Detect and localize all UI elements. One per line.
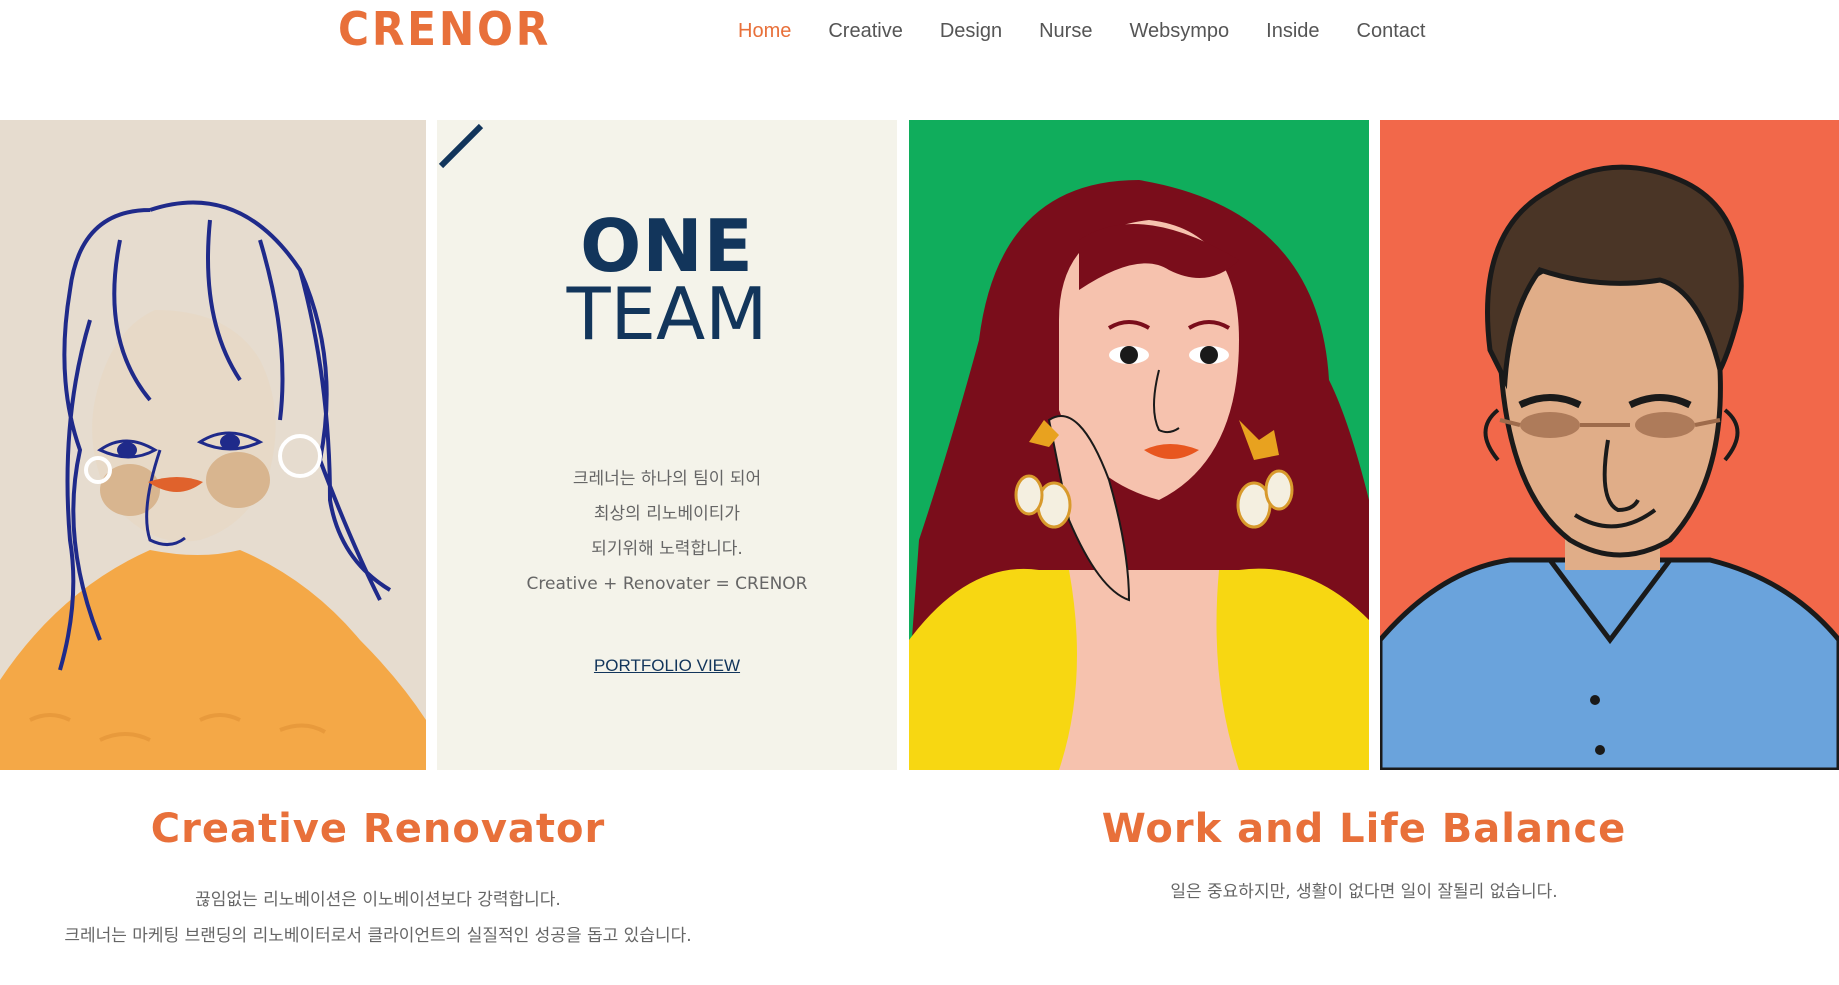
portrait-panel-glasses-man (1380, 120, 1839, 770)
section-title-work-life-balance: Work and Life Balance (1101, 806, 1627, 852)
nav-creative[interactable]: Creative (828, 20, 902, 48)
section-title-creative-renovator: Creative Renovator (150, 806, 606, 852)
hero-title-one: ONE (580, 204, 754, 288)
section-text-creative-renovator: 끊임없는 리노베이션은 이노베이션보다 강력합니다. 크레너는 마케팅 브랜딩의… (0, 882, 756, 954)
one-team-panel: ONE TEAM 크레너는 하나의 팀이 되어 최상의 리노베이티가 되기위해 … (437, 120, 897, 770)
section-text-work-life-balance: 일은 중요하지만, 생활이 없다면 일이 잘될리 없습니다. (1030, 874, 1698, 910)
brand-logo[interactable]: CRENOR (338, 2, 551, 56)
section-text-line: 일은 중요하지만, 생활이 없다면 일이 잘될리 없습니다. (1170, 882, 1558, 902)
glasses-man-illustration (1380, 164, 1839, 770)
hero-description-line: 되기위해 노력합니다. (591, 539, 743, 559)
hero-description: 크레너는 하나의 팀이 되어 최상의 리노베이티가 되기위해 노력합니다. Cr… (437, 462, 897, 602)
nav-contact[interactable]: Contact (1357, 20, 1426, 48)
section-text-line: 크레너는 마케팅 브랜딩의 리노베이터로서 클라이언트의 실질적인 성공을 돕고… (64, 926, 692, 946)
hero-title-team: TEAM (566, 272, 768, 356)
portrait-panel-line-woman (0, 120, 426, 770)
line-woman-illustration (0, 200, 426, 770)
hero-description-line: Creative + Renovater = CRENOR (526, 574, 808, 594)
nav-nurse[interactable]: Nurse (1039, 20, 1092, 48)
nav-inside[interactable]: Inside (1266, 20, 1319, 48)
portfolio-view-link[interactable]: PORTFOLIO VIEW (437, 656, 897, 676)
hero-description-line: 크레너는 하나의 팀이 되어 (572, 469, 762, 489)
main-nav: Home Creative Design Nurse Websympo Insi… (738, 20, 1462, 48)
nav-websympo[interactable]: Websympo (1129, 20, 1229, 48)
slash-divider-icon (438, 123, 484, 169)
nav-design[interactable]: Design (940, 20, 1002, 48)
nav-home[interactable]: Home (738, 20, 791, 48)
portrait-panel-earrings-woman (909, 120, 1369, 770)
earrings-woman-illustration (909, 180, 1369, 770)
section-text-line: 끊임없는 리노베이션은 이노베이션보다 강력합니다. (195, 890, 561, 910)
hero-description-line: 최상의 리노베이티가 (593, 504, 741, 524)
